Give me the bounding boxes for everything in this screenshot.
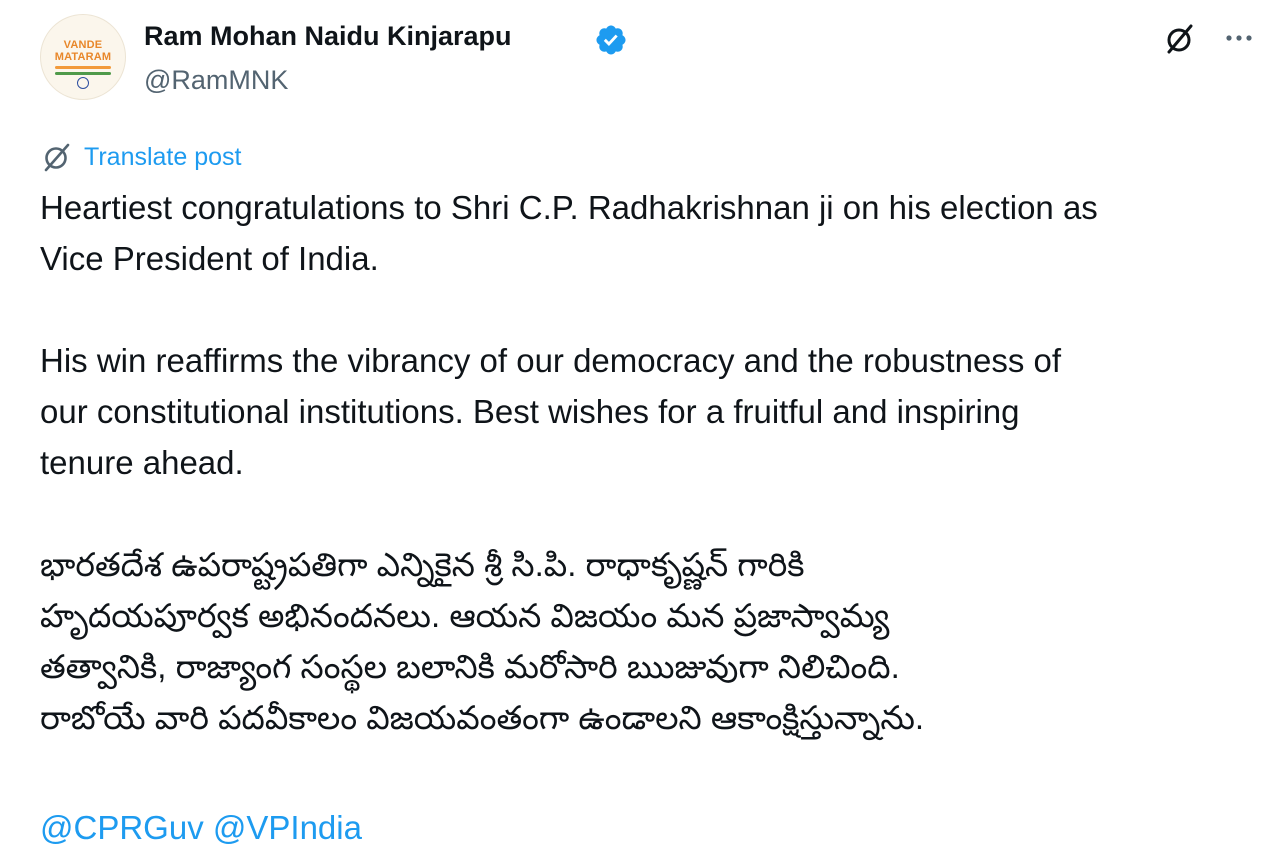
post-line: హృదయపూర్వక అభినందనలు. ఆయన విజయం మన ప్రజా…	[40, 597, 890, 634]
avatar-text-line-2: MATARAM	[54, 51, 112, 63]
post-line: తత్వానికి, రాజ్యాంగ సంస్థల బలానికి మరోసా…	[40, 648, 900, 685]
grok-icon[interactable]	[1163, 22, 1197, 56]
post-line: our constitutional institutions. Best wi…	[40, 393, 1020, 430]
post-mentions: @CPRGuv @VPIndia	[40, 802, 362, 853]
post-line: Heartiest congratulations to Shri C.P. R…	[40, 189, 1098, 226]
mention-link-vpindia[interactable]: @VPIndia	[213, 809, 362, 846]
avatar-green-stripe	[55, 72, 111, 75]
post-paragraph: Heartiest congratulations to Shri C.P. R…	[40, 182, 1260, 284]
post-line: భారతదేశ ఉపరాష్ట్రపతిగా ఎన్నికైన శ్రీ సి.…	[40, 546, 805, 583]
mention-link-cprguv[interactable]: @CPRGuv	[40, 809, 204, 846]
translate-post-label: Translate post	[84, 143, 242, 171]
more-options-icon[interactable]	[1222, 26, 1256, 50]
post-line: His win reaffirms the vibrancy of our de…	[40, 342, 1062, 379]
avatar-chakra	[77, 77, 89, 89]
avatar-text-line-1: VANDE	[63, 39, 103, 51]
post-line: Vice President of India.	[40, 240, 379, 277]
post-paragraph-telugu: భారతదేశ ఉపరాష్ట్రపతిగా ఎన్నికైన శ్రీ సి.…	[40, 539, 1260, 743]
avatar-saffron-stripe	[55, 66, 111, 69]
author-handle[interactable]: @RamMNK	[144, 62, 288, 98]
author-display-name[interactable]: Ram Mohan Naidu Kinjarapu	[144, 18, 512, 54]
translate-post-button[interactable]: Translate post	[40, 140, 241, 174]
post-line: రాబోయే వారి పదవీకాలం విజయవంతంగా ఉండాలని …	[40, 699, 925, 736]
translate-icon	[44, 143, 70, 172]
post-paragraph: His win reaffirms the vibrancy of our de…	[40, 335, 1260, 488]
post-text: Heartiest congratulations to Shri C.P. R…	[40, 182, 1260, 743]
verified-badge-icon	[596, 25, 626, 55]
post-line: tenure ahead.	[40, 444, 244, 481]
avatar[interactable]: VANDE MATARAM	[40, 14, 126, 100]
